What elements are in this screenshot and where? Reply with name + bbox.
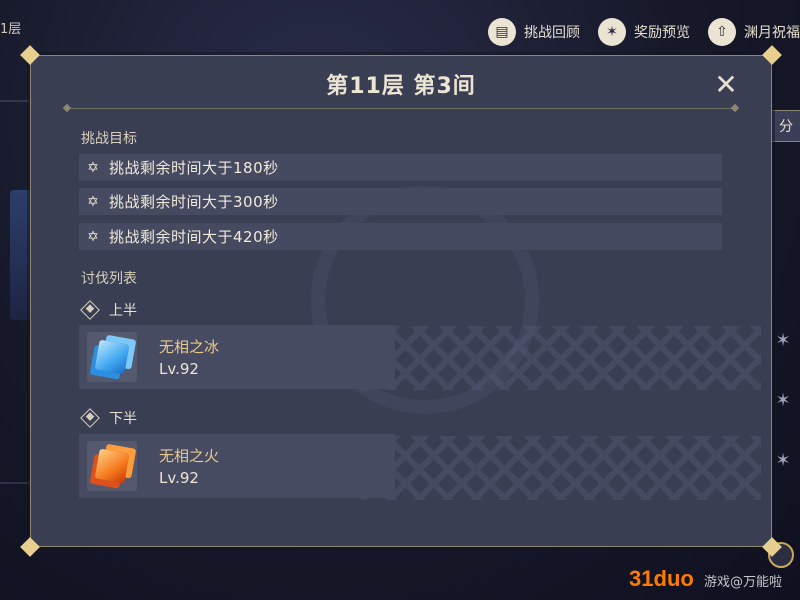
objective-text: 挑战剩余时间大于180秒: [109, 159, 279, 177]
side-star-icon[interactable]: ✶: [772, 450, 794, 472]
diamond-icon: [80, 408, 100, 428]
chamber-detail-modal: 第11层 第3间 ✕ 挑战目标 ✡ 挑战剩余时间大于180秒 ✡ 挑战剩余时间大…: [20, 45, 782, 557]
top-nav-rewards-label: 奖励预览: [634, 25, 690, 41]
decorative-pattern: [361, 436, 761, 500]
right-peek-tab[interactable]: 分: [771, 110, 800, 142]
half-label-first: 上半: [80, 300, 137, 320]
upgrade-icon: ⇧: [708, 18, 736, 46]
enemy-info: 无相之冰 Lv.92: [159, 336, 219, 378]
watermark-text: 游戏@万能啦: [703, 575, 782, 590]
half-label-second: 下半: [80, 408, 137, 428]
corner-ornament: [20, 537, 40, 557]
enemy-name: 无相之冰: [159, 338, 220, 356]
objective-row: ✡ 挑战剩余时间大于300秒: [79, 188, 722, 215]
star-icon: ✡: [87, 193, 99, 210]
star-icon: ✡: [87, 159, 99, 176]
objectives-label: 挑战目标: [81, 131, 137, 147]
enemy-list-label: 讨伐列表: [81, 271, 137, 287]
star-icon: ✶: [598, 18, 626, 46]
half-label-text: 上半: [109, 303, 137, 319]
title-divider: [67, 108, 735, 109]
top-nav-blessing-label: 渊月祝福: [744, 25, 800, 41]
enemy-level: Lv.92: [159, 360, 199, 378]
floor-label: 1层: [0, 22, 22, 37]
side-star-icon[interactable]: ✶: [772, 330, 794, 352]
decorative-pattern: [361, 326, 761, 390]
enemy-card-ice[interactable]: 无相之冰 Lv.92: [79, 325, 395, 389]
objective-row: ✡ 挑战剩余时间大于180秒: [79, 154, 722, 181]
watermark-brand: 31duo: [629, 566, 694, 591]
modal-title: 第11层 第3间: [326, 74, 476, 99]
watermark: 31duo 游戏@万能啦: [629, 566, 782, 592]
top-nav-review[interactable]: ▤ 挑战回顾: [488, 18, 580, 46]
star-icon: ✡: [87, 228, 99, 245]
top-nav-rewards[interactable]: ✶ 奖励预览: [598, 18, 690, 46]
enemy-level: Lv.92: [159, 469, 199, 487]
top-nav: ▤ 挑战回顾 ✶ 奖励预览 ⇧ 渊月祝福: [470, 18, 800, 46]
objective-text: 挑战剩余时间大于420秒: [109, 228, 279, 246]
side-star-icon[interactable]: ✶: [772, 390, 794, 412]
close-icon[interactable]: ✕: [711, 70, 741, 100]
corner-ornament: [20, 45, 40, 65]
enemy-name: 无相之火: [159, 447, 220, 465]
ice-cube-icon: [87, 332, 137, 382]
objective-row: ✡ 挑战剩余时间大于420秒: [79, 223, 722, 250]
diamond-icon: [80, 300, 100, 320]
corner-ornament: [762, 45, 782, 65]
objective-text: 挑战剩余时间大于300秒: [109, 193, 279, 211]
top-nav-review-label: 挑战回顾: [524, 25, 580, 41]
enemy-info: 无相之火 Lv.92: [159, 445, 219, 487]
top-nav-blessing[interactable]: ⇧ 渊月祝福: [708, 18, 800, 46]
book-icon: ▤: [488, 18, 516, 46]
enemy-card-fire[interactable]: 无相之火 Lv.92: [79, 434, 395, 498]
half-label-text: 下半: [109, 411, 137, 427]
fire-cube-icon: [87, 441, 137, 491]
